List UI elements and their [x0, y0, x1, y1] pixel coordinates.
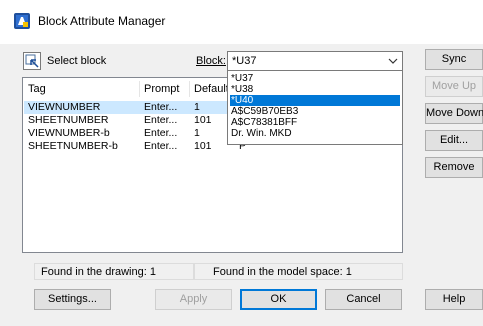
cell-tag: SHEETNUMBER-b — [28, 140, 118, 152]
help-button[interactable]: Help — [425, 289, 483, 310]
cancel-button[interactable]: Cancel — [325, 289, 402, 310]
cell-default: 1 — [194, 127, 200, 139]
block-label-text: Block: — [196, 55, 226, 67]
select-block-label[interactable]: Select block — [47, 54, 106, 68]
cell-prompt: Enter... — [144, 127, 178, 139]
sync-button[interactable]: Sync — [425, 49, 483, 70]
cell-tag: VIEWNUMBER-b — [28, 127, 110, 139]
cell-prompt: Enter... — [144, 114, 178, 126]
chevron-down-icon[interactable] — [387, 55, 399, 67]
status-found-in-drawing-text: Found in the drawing: 1 — [41, 266, 156, 278]
block-attribute-manager-icon — [14, 13, 30, 29]
remove-button[interactable]: Remove — [425, 157, 483, 178]
dropdown-option[interactable]: Dr. Win. MKD — [230, 128, 400, 139]
block-dropdown-list[interactable]: *U37 *U38 *U40 A$C59B70EB3 A$C78381BFF D… — [227, 70, 403, 145]
move-up-button[interactable]: Move Up — [425, 76, 483, 97]
status-found-in-model-space-text: Found in the model space: 1 — [213, 266, 352, 278]
column-separator — [139, 81, 140, 97]
status-found-in-model-space: Found in the model space: 1 — [194, 263, 403, 280]
block-combobox[interactable]: *U37 — [227, 51, 403, 71]
cell-prompt: Enter... — [144, 140, 178, 152]
status-found-in-drawing: Found in the drawing: 1 — [34, 263, 194, 280]
dropdown-option[interactable]: *U38 — [230, 84, 400, 95]
cell-tag: SHEETNUMBER — [28, 114, 109, 126]
column-header-tag[interactable]: Tag — [28, 82, 46, 96]
cell-default: 101 — [194, 140, 212, 152]
column-separator — [189, 81, 190, 97]
dropdown-option[interactable]: *U37 — [230, 73, 400, 84]
window-title: Block Attribute Manager — [38, 14, 166, 28]
block-attribute-manager-window: Block Attribute Manager Select block Blo… — [0, 0, 483, 326]
dropdown-option[interactable]: A$C78381BFF — [230, 117, 400, 128]
ok-button[interactable]: OK — [240, 289, 317, 310]
cell-prompt: Enter... — [144, 101, 178, 113]
column-header-prompt[interactable]: Prompt — [144, 82, 179, 96]
block-combobox-value: *U37 — [232, 55, 257, 67]
cell-default: 101 — [194, 114, 212, 126]
edit-button[interactable]: Edit... — [425, 130, 483, 151]
settings-button[interactable]: Settings... — [34, 289, 111, 310]
title-bar: Block Attribute Manager — [0, 0, 483, 44]
cell-tag: VIEWNUMBER — [28, 101, 101, 113]
cell-default: 1 — [194, 101, 200, 113]
dropdown-option-selected[interactable]: *U40 — [230, 95, 400, 106]
select-block-icon[interactable] — [23, 52, 41, 70]
column-header-default[interactable]: Default — [194, 82, 229, 96]
move-down-button[interactable]: Move Down — [425, 103, 483, 124]
apply-button[interactable]: Apply — [155, 289, 232, 310]
block-label: Block: — [196, 54, 226, 68]
dropdown-option[interactable]: A$C59B70EB3 — [230, 106, 400, 117]
